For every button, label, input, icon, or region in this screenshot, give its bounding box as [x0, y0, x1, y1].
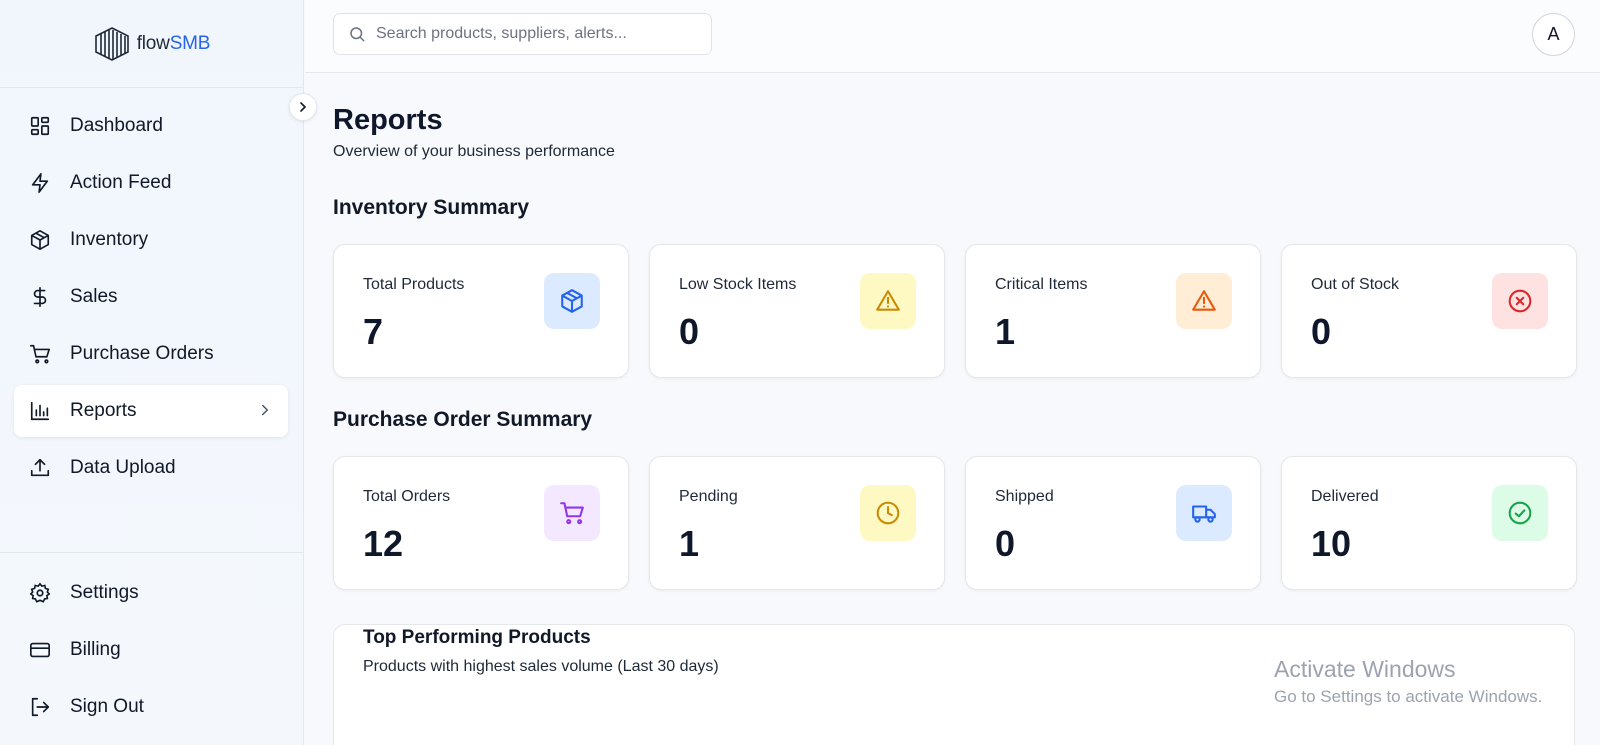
truck-icon: [1176, 485, 1232, 541]
stat-value: 0: [995, 523, 1016, 564]
stat-label: Delivered: [1311, 488, 1379, 505]
stat-value: 10: [1311, 523, 1352, 564]
stat-card-total-products: Total Products 7: [333, 244, 629, 378]
sidebar-item-label: Reports: [70, 400, 137, 421]
windows-activation-watermark: Activate Windows Go to Settings to activ…: [1274, 656, 1542, 707]
sidebar-item-label: Data Upload: [70, 457, 176, 478]
stat-label: Shipped: [995, 488, 1054, 505]
search-input[interactable]: [376, 25, 696, 43]
panel-subtitle: Products with highest sales volume (Last…: [363, 658, 719, 675]
x-circle-icon: [1492, 273, 1548, 329]
sidebar-bottom-nav: Settings Billing Sign Out: [0, 552, 304, 738]
package-icon: [544, 273, 600, 329]
warning-icon: [1176, 273, 1232, 329]
upload-icon: [28, 456, 52, 480]
stat-value: 0: [1311, 311, 1332, 352]
stat-value: 0: [679, 311, 700, 352]
bar-chart-icon: [28, 399, 52, 423]
sidebar-item-label: Dashboard: [70, 115, 163, 136]
stat-card-out-of-stock: Out of Stock 0: [1281, 244, 1577, 378]
clock-icon: [860, 485, 916, 541]
cart-icon: [544, 485, 600, 541]
sidebar-item-billing[interactable]: Billing: [14, 624, 290, 676]
sidebar-item-sales[interactable]: Sales: [14, 271, 288, 323]
sidebar-item-label: Action Feed: [70, 172, 172, 193]
sidebar-item-label: Billing: [70, 639, 121, 660]
stat-label: Total Orders: [363, 488, 451, 505]
stat-label: Total Products: [363, 276, 465, 293]
sidebar-item-dashboard[interactable]: Dashboard: [14, 100, 288, 152]
sidebar-nav: Dashboard Action Feed Inventory Sales Pu…: [14, 100, 288, 499]
gear-icon: [28, 581, 52, 605]
watermark-line-2: Go to Settings to activate Windows.: [1274, 687, 1543, 706]
panel-title: Top Performing Products: [363, 627, 591, 648]
inventory-summary-title: Inventory Summary: [333, 196, 530, 219]
dollar-icon: [28, 285, 52, 309]
purchase-order-summary-title: Purchase Order Summary: [333, 408, 593, 431]
dashboard-icon: [28, 114, 52, 138]
stat-value: 1: [679, 523, 700, 564]
sidebar-item-reports[interactable]: Reports: [14, 385, 288, 437]
search-icon: [348, 25, 366, 43]
credit-card-icon: [28, 638, 52, 662]
sidebar-item-label: Purchase Orders: [70, 343, 214, 364]
logo-icon: [93, 25, 131, 63]
chevron-right-icon: [256, 401, 274, 425]
sidebar-item-purchase-orders[interactable]: Purchase Orders: [14, 328, 288, 380]
sidebar-item-label: Sign Out: [70, 696, 144, 717]
stat-label: Low Stock Items: [679, 276, 797, 293]
cart-icon: [28, 342, 52, 366]
stat-label: Pending: [679, 488, 738, 505]
sidebar-item-inventory[interactable]: Inventory: [14, 214, 288, 266]
stat-label: Out of Stock: [1311, 276, 1400, 293]
sidebar-item-label: Sales: [70, 286, 118, 307]
stat-card-delivered: Delivered 10: [1281, 456, 1577, 590]
stat-card-pending: Pending 1: [649, 456, 945, 590]
sidebar: flowSMB Dashboard Action Feed Inventory …: [0, 0, 304, 745]
stat-card-total-orders: Total Orders 12: [333, 456, 629, 590]
stat-value: 7: [363, 311, 384, 352]
check-circle-icon: [1492, 485, 1548, 541]
warning-icon: [860, 273, 916, 329]
page-title: Reports: [333, 104, 443, 136]
purchase-order-summary-cards: Total Orders 12 Pending 1 Shipped 0 Deli…: [333, 456, 1577, 590]
watermark-line-1: Activate Windows: [1274, 656, 1456, 682]
stat-value: 12: [363, 523, 404, 564]
top-bar: A: [305, 0, 1600, 73]
sidebar-item-data-upload[interactable]: Data Upload: [14, 442, 288, 494]
sidebar-item-settings[interactable]: Settings: [14, 567, 290, 619]
sidebar-item-label: Inventory: [70, 229, 149, 250]
search-box[interactable]: [333, 13, 712, 55]
lightning-icon: [28, 171, 52, 195]
main-content: Reports Overview of your business perfor…: [333, 104, 1583, 745]
sidebar-toggle-button[interactable]: [289, 93, 317, 121]
stat-label: Critical Items: [995, 276, 1088, 293]
sign-out-icon: [28, 695, 52, 719]
sidebar-item-label: Settings: [70, 582, 139, 603]
page-subtitle: Overview of your business performance: [333, 143, 615, 160]
inventory-summary-cards: Total Products 7 Low Stock Items 0 Criti…: [333, 244, 1577, 378]
brand[interactable]: flowSMB: [0, 0, 303, 88]
stat-card-shipped: Shipped 0: [965, 456, 1261, 590]
sidebar-item-action-feed[interactable]: Action Feed: [14, 157, 288, 209]
sidebar-item-sign-out[interactable]: Sign Out: [14, 681, 290, 733]
package-icon: [28, 228, 52, 252]
stat-card-low-stock-items: Low Stock Items 0: [649, 244, 945, 378]
chevron-right-icon: [295, 99, 311, 115]
brand-name: flowSMB: [136, 32, 211, 54]
stat-value: 1: [995, 311, 1016, 352]
avatar[interactable]: A: [1532, 13, 1575, 56]
stat-card-critical-items: Critical Items 1: [965, 244, 1261, 378]
